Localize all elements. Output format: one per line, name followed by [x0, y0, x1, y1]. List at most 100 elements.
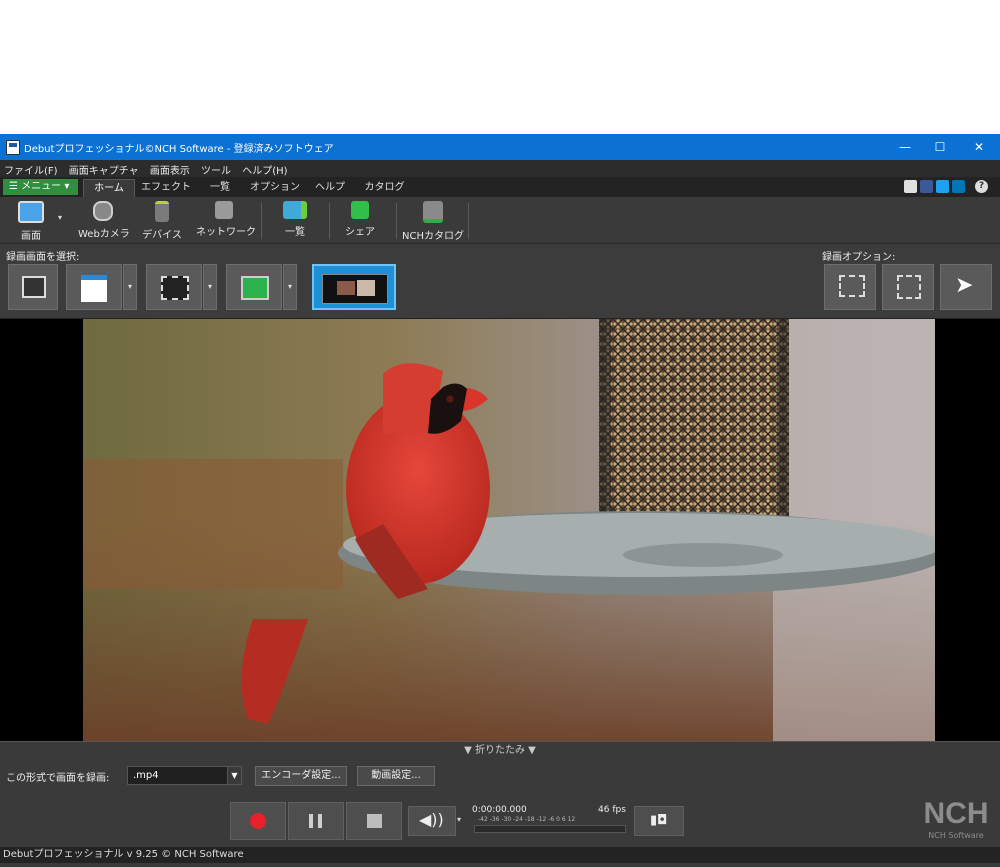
help-icon[interactable]: ? [975, 180, 988, 193]
collapse-toggle[interactable]: ▼ 折りたたみ ▼ [0, 741, 1000, 760]
toolbar-list-button[interactable]: 一覧 [275, 201, 315, 241]
thumbs-up-icon[interactable] [904, 180, 917, 193]
webcam-icon [93, 201, 113, 221]
tab-help[interactable]: ヘルプ [310, 179, 350, 197]
capture-region-button[interactable] [146, 264, 202, 310]
toolbar-network-button[interactable]: ネットワーク [196, 201, 256, 241]
pause-icon [309, 814, 313, 828]
record-options-cursor-button[interactable]: ➤ [940, 264, 992, 310]
window-title: Debutプロフェッショナル©NCH Software - 登録済みソフトウェア [24, 144, 334, 155]
menu-tools[interactable]: ツール [197, 160, 235, 177]
menu-bar: ファイル(F) 画面キャプチャ 画面表示 ツール ヘルプ(H) [0, 160, 1000, 177]
record-options-region-button[interactable] [824, 264, 876, 310]
chevron-down-icon: ▼ [227, 767, 241, 784]
maximize-button[interactable]: ☐ [925, 138, 955, 156]
format-row: この形式で画面を録画: .mp4 ▼ エンコーダ設定... 動画設定... [0, 759, 1000, 793]
chevron-down-icon[interactable]: ▾ [58, 213, 62, 222]
record-button[interactable] [230, 802, 286, 840]
record-options-fit-button[interactable] [882, 264, 934, 310]
app-icon [6, 140, 20, 155]
tab-options[interactable]: オプション [250, 179, 300, 197]
region-capture-icon [161, 276, 189, 300]
capture-select-label: 録画画面を選択: [6, 252, 80, 263]
menu-help[interactable]: ヘルプ(H) [238, 160, 291, 177]
capture-window-button[interactable] [66, 264, 122, 310]
record-options-label: 録画オプション: [822, 252, 896, 263]
toolbar-network-label: ネットワーク [196, 227, 256, 238]
toolbar-divider [396, 203, 397, 239]
toolbar-webcam-button[interactable]: Webカメラ [78, 201, 130, 241]
capture-previous-button[interactable] [226, 264, 282, 310]
toolbar-share-label: シェア [345, 227, 375, 238]
toolbar-screen-label: 画面 [21, 231, 41, 242]
device-icon [155, 201, 169, 222]
toolbar-device-label: デバイス [142, 230, 182, 241]
capture-selection-bar: 録画画面を選択: ▾ ▾ ▾ 録画オプション: ➤ [0, 244, 1000, 319]
toolbar-divider [329, 203, 330, 239]
tab-list[interactable]: 一覧 [200, 179, 240, 197]
toolbar: 画面 ▾ Webカメラ デバイス ネットワーク 一覧 シェア NCHカタログ [0, 197, 1000, 244]
speaker-icon: ◀)) [419, 810, 444, 829]
toolbar-divider [261, 203, 262, 239]
nch-logo-text: NCH [923, 797, 989, 830]
pause-button[interactable] [288, 802, 344, 840]
format-select-value: .mp4 [133, 770, 159, 781]
toolbar-webcam-label: Webカメラ [78, 229, 130, 240]
toolbar-share-button[interactable]: シェア [340, 201, 380, 241]
toolbar-catalog-button[interactable]: NCHカタログ [402, 201, 464, 242]
recording-controls: ◀)) ▾ 0:00:00.000 46 fps -42 -36 -30 -24… [0, 793, 1000, 847]
main-menu-button[interactable]: ☰ メニュー ▾ [3, 179, 78, 195]
recordings-list-icon [283, 201, 307, 219]
menu-screen-capture[interactable]: 画面キャプチャ [65, 160, 143, 177]
minimize-button[interactable]: — [890, 138, 920, 156]
recording-time: 0:00:00.000 [472, 805, 527, 815]
video-preview [0, 319, 1000, 741]
record-icon [250, 813, 266, 829]
facebook-icon[interactable] [920, 180, 933, 193]
ribbon-tab-bar: ☰ メニュー ▾ ホーム エフェクト 一覧 オプション ヘルプ カタログ ? [0, 177, 1000, 198]
network-camera-icon [215, 201, 233, 219]
fit-area-icon [897, 275, 921, 299]
audio-level-meter [474, 825, 626, 833]
toolbar-screen-button[interactable]: 画面 [8, 201, 54, 242]
toolbar-device-button[interactable]: デバイス [140, 201, 184, 241]
snapshot-button[interactable]: ▮◘ [634, 806, 684, 836]
tab-home[interactable]: ホーム [83, 179, 135, 198]
share-icon [351, 201, 369, 219]
capture-region-dropdown[interactable]: ▾ [203, 264, 217, 310]
capture-previous-dropdown[interactable]: ▾ [283, 264, 297, 310]
previous-area-icon [241, 276, 269, 300]
nch-catalog-icon [423, 201, 443, 223]
menu-file[interactable]: ファイル(F) [0, 160, 62, 177]
capture-selected-window-thumbnail[interactable] [312, 264, 396, 310]
nch-logo-caption: NCH Software [928, 831, 984, 840]
fullscreen-capture-icon [22, 276, 46, 298]
close-button[interactable]: ✕ [964, 138, 994, 156]
capture-fullscreen-button[interactable] [8, 264, 58, 310]
cursor-icon: ➤ [955, 273, 974, 298]
menu-view[interactable]: 画面表示 [146, 160, 194, 177]
app-window: Debutプロフェッショナル©NCH Software - 登録済みソフトウェア… [0, 134, 1000, 867]
encoder-settings-button[interactable]: エンコーダ設定... [255, 766, 347, 786]
status-bar: Debutプロフェッショナル v 9.25 © NCH Software [0, 847, 1000, 863]
toolbar-list-label: 一覧 [285, 227, 305, 238]
toolbar-catalog-label: NCHカタログ [402, 231, 464, 242]
level-meter-scale: -42 -36 -30 -24 -18 -12 -6 0 6 12 [478, 816, 576, 823]
region-eye-icon [839, 275, 865, 297]
camera-icon: ▮◘ [650, 813, 668, 828]
video-settings-button[interactable]: 動画設定... [357, 766, 435, 786]
volume-button[interactable]: ◀)) [408, 806, 456, 836]
stop-button[interactable] [346, 802, 402, 840]
tab-effects[interactable]: エフェクト [140, 179, 192, 197]
toolbar-divider [468, 203, 469, 239]
cardinal-feeder-image [83, 319, 935, 741]
twitter-icon[interactable] [936, 180, 949, 193]
capture-window-dropdown[interactable]: ▾ [123, 264, 137, 310]
title-bar: Debutプロフェッショナル©NCH Software - 登録済みソフトウェア… [0, 134, 1000, 160]
format-select[interactable]: .mp4 ▼ [127, 766, 242, 785]
tab-catalog[interactable]: カタログ [362, 179, 407, 197]
preview-image [83, 319, 935, 741]
stop-icon [367, 814, 382, 828]
chevron-down-icon[interactable]: ▾ [457, 815, 461, 824]
linkedin-icon[interactable] [952, 180, 965, 193]
